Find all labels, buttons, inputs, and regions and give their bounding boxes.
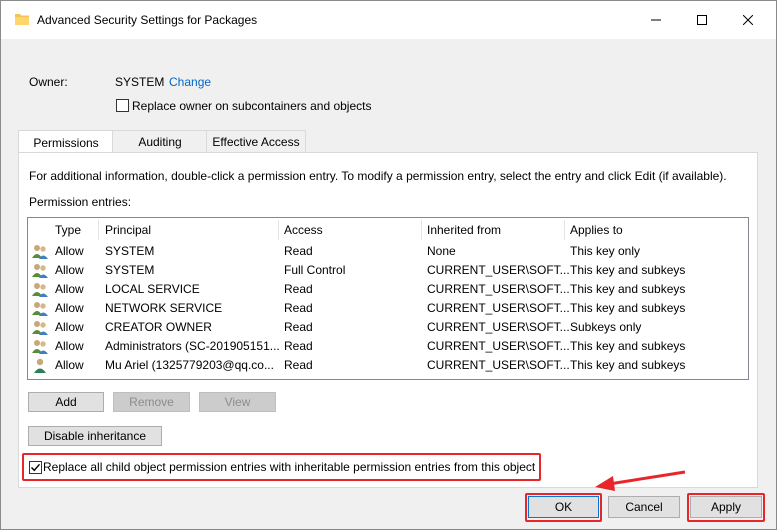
red-arrow-icon <box>595 470 686 491</box>
group-icon <box>32 283 48 297</box>
disable-inheritance-button[interactable]: Disable inheritance <box>28 426 162 446</box>
group-icon <box>32 340 48 354</box>
group-icon <box>32 321 48 335</box>
table-row[interactable]: Allow Mu Ariel (1325779203@qq.co... Read… <box>28 356 746 375</box>
permission-entries-label: Permission entries: <box>29 195 132 209</box>
table-row[interactable]: Allow Administrators (SC-201905151... Re… <box>28 337 746 356</box>
window-title: Advanced Security Settings for Packages <box>37 13 258 27</box>
column-applies-to[interactable]: Applies to <box>570 223 623 237</box>
owner-value: SYSTEM <box>115 75 165 89</box>
maximize-icon <box>697 15 707 25</box>
cancel-button[interactable]: Cancel <box>608 496 680 518</box>
group-icon <box>32 264 48 278</box>
highlight-apply <box>687 493 765 522</box>
minimize-button[interactable] <box>633 1 679 39</box>
replace-owner-label: Replace owner on subcontainers and objec… <box>132 99 372 113</box>
view-button[interactable]: View <box>199 392 276 412</box>
column-access[interactable]: Access <box>284 223 323 237</box>
close-button[interactable] <box>725 1 771 39</box>
owner-label: Owner: <box>29 75 68 89</box>
change-owner-link[interactable]: Change <box>169 75 211 89</box>
remove-button[interactable]: Remove <box>113 392 190 412</box>
group-icon <box>32 245 48 259</box>
table-row[interactable]: Allow LOCAL SERVICE Read CURRENT_USER\SO… <box>28 280 746 299</box>
table-row[interactable]: Allow CREATOR OWNER Read CURRENT_USER\SO… <box>28 318 746 337</box>
tab-auditing[interactable]: Auditing <box>112 130 208 154</box>
user-icon <box>34 358 46 373</box>
table-row[interactable]: Allow SYSTEM Full Control CURRENT_USER\S… <box>28 261 746 280</box>
column-type[interactable]: Type <box>55 223 81 237</box>
highlight-ok <box>525 493 602 522</box>
column-principal[interactable]: Principal <box>105 223 151 237</box>
security-settings-window: Advanced Security Settings for Packages … <box>0 0 777 530</box>
table-row[interactable]: Allow SYSTEM Read None This key only <box>28 242 746 261</box>
folder-icon <box>15 14 29 25</box>
group-icon <box>32 302 48 316</box>
highlight-replace-child <box>22 453 541 481</box>
close-icon <box>743 15 753 25</box>
permission-entries-list[interactable]: Type Principal Access Inherited from App… <box>27 217 749 380</box>
table-row[interactable]: Allow NETWORK SERVICE Read CURRENT_USER\… <box>28 299 746 318</box>
add-button[interactable]: Add <box>28 392 104 412</box>
title-bar: Advanced Security Settings for Packages <box>1 1 776 39</box>
permissions-info-text: For additional information, double-click… <box>29 169 727 183</box>
minimize-icon <box>651 19 661 21</box>
maximize-button[interactable] <box>679 1 725 39</box>
replace-owner-checkbox[interactable] <box>116 99 129 112</box>
tab-effective-access[interactable]: Effective Access <box>206 130 306 154</box>
column-inherited-from[interactable]: Inherited from <box>427 223 501 237</box>
